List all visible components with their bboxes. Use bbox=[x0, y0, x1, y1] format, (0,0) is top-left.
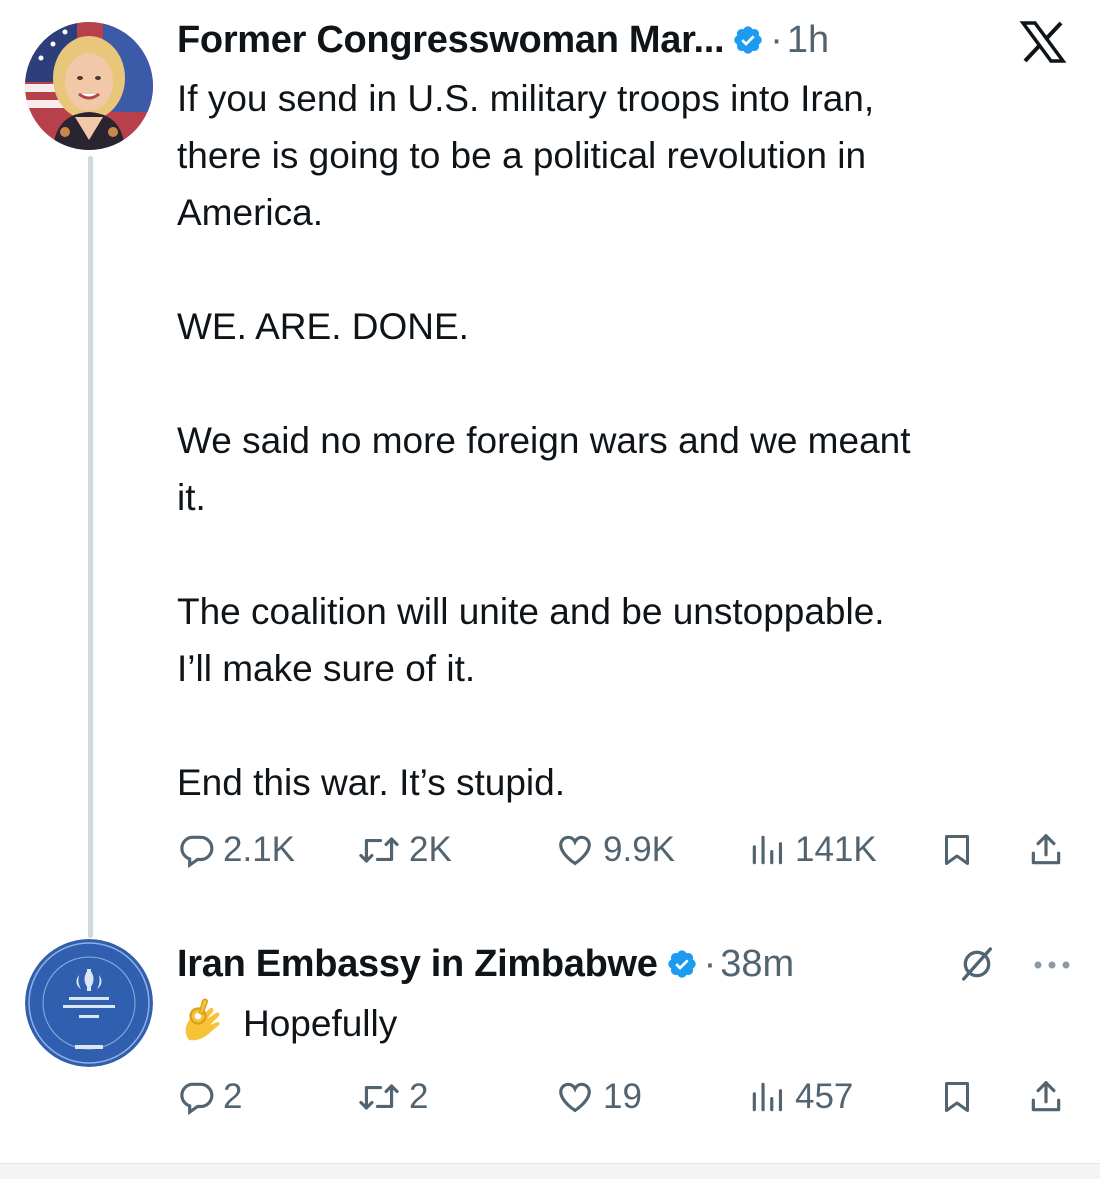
bottom-divider bbox=[0, 1163, 1100, 1179]
more-icon[interactable] bbox=[1030, 950, 1074, 980]
post-text: If you send in U.S. military troops into… bbox=[177, 78, 911, 803]
share-button[interactable] bbox=[1027, 826, 1065, 874]
reply-separator: · bbox=[703, 942, 717, 985]
views-icon bbox=[752, 835, 783, 865]
ok-hand-emoji bbox=[177, 995, 231, 1054]
views-count: 457 bbox=[795, 1077, 854, 1116]
verified-badge-icon bbox=[732, 24, 764, 56]
like-button[interactable]: 9.9K bbox=[555, 826, 675, 874]
bookmark-button[interactable] bbox=[939, 826, 975, 874]
reply-count: 2 bbox=[223, 1077, 243, 1116]
share-icon bbox=[1031, 834, 1061, 865]
repost-count: 2K bbox=[409, 830, 452, 869]
embassy-seal-image bbox=[25, 939, 153, 1067]
views-button[interactable]: 141K bbox=[747, 826, 877, 874]
reply-author-name[interactable]: Iran Embassy in Zimbabwe bbox=[177, 943, 658, 986]
post-time[interactable]: 1h bbox=[787, 19, 829, 62]
reply-body: Hopefully bbox=[177, 996, 397, 1052]
views-count: 141K bbox=[795, 830, 877, 869]
reply-header: Iran Embassy in Zimbabwe · 38m bbox=[177, 940, 794, 988]
thread-connector-line bbox=[88, 156, 93, 938]
grok-icon[interactable] bbox=[955, 942, 999, 986]
x-logo-icon[interactable] bbox=[1014, 18, 1072, 66]
reply-count: 2.1K bbox=[223, 830, 295, 869]
post-separator: · bbox=[770, 18, 783, 61]
views-icon bbox=[752, 1082, 783, 1112]
author-name[interactable]: Former Congresswoman Mar... bbox=[177, 19, 725, 62]
repost-count: 2 bbox=[409, 1077, 429, 1116]
verified-badge-icon bbox=[666, 948, 698, 980]
reply-text: Hopefully bbox=[243, 1003, 398, 1044]
post-action-bar: 2.1K 2K 9.9K 141K bbox=[177, 826, 1077, 874]
repost-button[interactable]: 2 bbox=[357, 1073, 428, 1121]
reply-icon bbox=[180, 1082, 214, 1116]
repost-icon bbox=[359, 837, 399, 863]
repost-button[interactable]: 2K bbox=[357, 826, 452, 874]
bookmark-button[interactable] bbox=[939, 1073, 975, 1121]
bookmark-icon bbox=[945, 1082, 969, 1112]
reply-author-avatar[interactable] bbox=[25, 939, 153, 1067]
bookmark-icon bbox=[945, 835, 969, 865]
reply-button[interactable]: 2.1K bbox=[177, 826, 295, 874]
post-header: Former Congresswoman Mar... · 1h bbox=[177, 16, 829, 64]
reply-action-bar: 2 2 19 457 bbox=[177, 1073, 1077, 1121]
share-icon bbox=[1031, 1081, 1061, 1112]
like-icon bbox=[559, 835, 591, 866]
like-button[interactable]: 19 bbox=[555, 1073, 642, 1121]
share-button[interactable] bbox=[1027, 1073, 1065, 1121]
reply-time[interactable]: 38m bbox=[720, 943, 794, 986]
reply-icon bbox=[180, 835, 214, 869]
like-icon bbox=[559, 1082, 591, 1113]
views-button[interactable]: 457 bbox=[747, 1073, 853, 1121]
like-count: 19 bbox=[603, 1077, 642, 1116]
reply-button[interactable]: 2 bbox=[177, 1073, 242, 1121]
author-avatar[interactable] bbox=[25, 22, 153, 150]
repost-icon bbox=[359, 1084, 399, 1110]
avatar-image bbox=[25, 22, 153, 150]
like-count: 9.9K bbox=[603, 830, 675, 869]
